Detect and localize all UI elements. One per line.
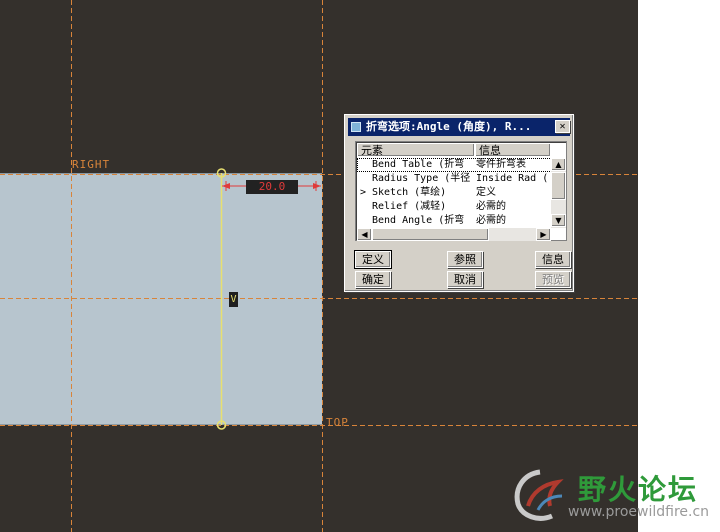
row-info: 必需的 — [476, 215, 506, 226]
element-info-table: 元素 信息 Bend Table (折弯 零件折弯表 Radius Type (… — [355, 141, 567, 241]
row-info: 定义 — [476, 187, 496, 198]
close-icon: ✕ — [559, 121, 566, 132]
scroll-up-button[interactable]: ▲ — [551, 158, 566, 171]
horizontal-scroll-thumb[interactable] — [372, 228, 489, 241]
table-row[interactable]: Bend Table (折弯 零件折弯表 — [357, 158, 552, 172]
define-button[interactable]: 定义 — [354, 250, 392, 269]
flame-logo-icon — [514, 469, 564, 521]
scroll-down-button[interactable]: ▼ — [551, 214, 566, 227]
column-header-info[interactable]: 信息 — [475, 143, 551, 157]
datum-label-top: TOP — [326, 416, 349, 429]
scroll-right-button[interactable]: ▶ — [536, 228, 551, 241]
table-row[interactable]: > Sketch (草绘) 定义 — [357, 186, 552, 200]
datum-label-right: RIGHT — [72, 158, 111, 171]
table-row[interactable]: Bend Angle (折弯 必需的 — [357, 214, 552, 228]
column-header-element[interactable]: 元素 — [357, 143, 475, 157]
vertical-scroll-thumb[interactable] — [551, 172, 566, 200]
arrow-left-icon: ◀ — [361, 230, 368, 239]
arrow-right-icon: ▶ — [540, 230, 547, 239]
dialog-title: 折弯选项:Angle (角度), R... — [366, 120, 532, 133]
scroll-left-button[interactable]: ◀ — [357, 228, 372, 241]
dialog-app-icon — [351, 122, 361, 132]
row-info: Inside Rad ( — [476, 173, 549, 184]
watermark-title: 野火论坛 — [578, 473, 699, 506]
preview-button: 预览 — [535, 271, 571, 288]
arrow-down-icon: ▼ — [555, 216, 562, 225]
row-element: Sketch (草绘) — [372, 187, 447, 198]
cancel-button[interactable]: 取消 — [447, 271, 483, 288]
info-button[interactable]: 信息 — [535, 251, 571, 268]
table-row[interactable]: Relief (减轻) 必需的 — [357, 200, 552, 214]
row-element: Radius Type (半径 — [372, 173, 471, 184]
close-button[interactable]: ✕ — [555, 120, 570, 133]
arrow-up-icon: ▲ — [555, 160, 562, 169]
row-element: Bend Angle (折弯 — [372, 215, 465, 226]
row-info: 必需的 — [476, 201, 506, 212]
row-info: 零件折弯表 — [476, 159, 526, 170]
watermark: 野火论坛 www.proewildfire.cn — [508, 464, 720, 526]
table-row[interactable]: Radius Type (半径 Inside Rad ( — [357, 172, 552, 186]
dimension-value[interactable]: 20.0 — [246, 180, 298, 194]
row-marker: > — [360, 187, 367, 198]
bend-options-dialog: 折弯选项:Angle (角度), R... ✕ 元素 信息 Bend Table… — [344, 114, 574, 292]
ok-button[interactable]: 确定 — [355, 271, 391, 288]
reference-button[interactable]: 参照 — [447, 251, 483, 268]
row-element: Bend Table (折弯 — [372, 159, 465, 170]
vertical-constraint-symbol: V — [229, 292, 238, 307]
horizontal-scrollbar[interactable]: ◀ ▶ — [357, 228, 551, 241]
vertical-scrollbar[interactable]: ▲ ▼ — [551, 158, 566, 228]
row-element: Relief (减轻) — [372, 201, 447, 212]
dialog-titlebar[interactable]: 折弯选项:Angle (角度), R... ✕ — [348, 118, 570, 136]
watermark-url: www.proewildfire.cn — [568, 504, 710, 520]
